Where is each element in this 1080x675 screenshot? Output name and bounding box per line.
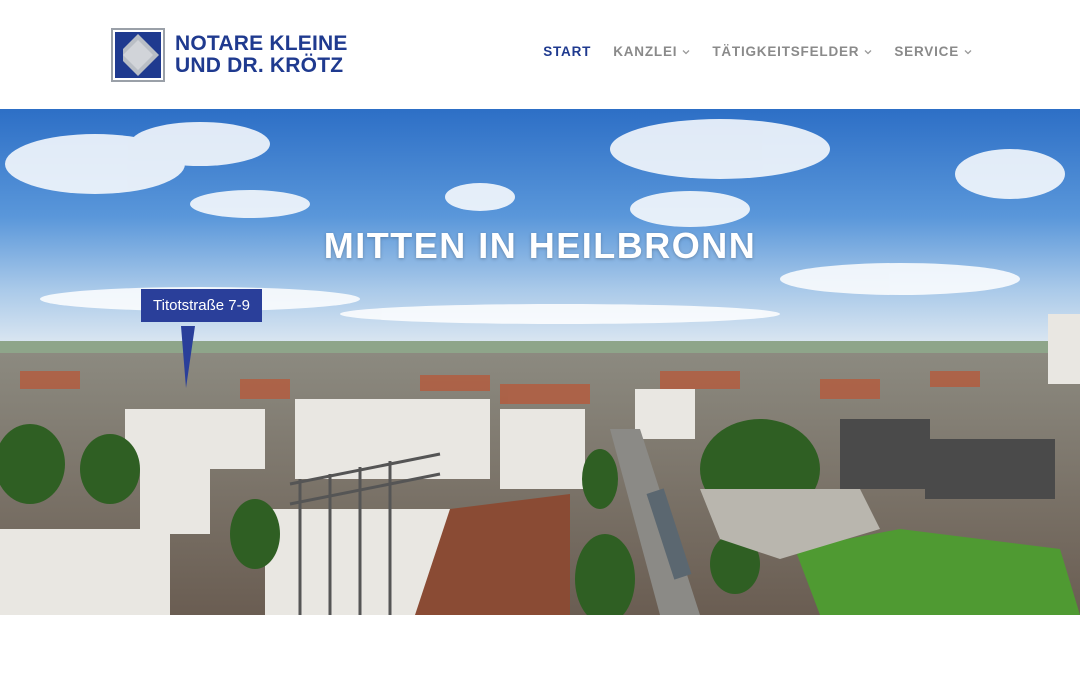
brand-name-line1: NOTARE KLEINE [175, 32, 348, 55]
nav-item-taetigkeitsfelder[interactable]: TÄTIGKEITSFELDER [712, 44, 872, 59]
nav-item-service[interactable]: SERVICE [894, 44, 972, 59]
nav-item-label: TÄTIGKEITSFELDER [712, 44, 860, 59]
location-marker: Titotstraße 7-9 [141, 289, 262, 388]
location-label: Titotstraße 7-9 [141, 289, 262, 322]
page-content-area [0, 615, 1080, 675]
brand-name: NOTARE KLEINE UND DR. KRÖTZ [175, 33, 348, 77]
chevron-down-icon [864, 49, 872, 54]
chevron-down-icon [682, 49, 690, 54]
nav-item-label: KANZLEI [613, 44, 678, 59]
hero-title: MITTEN IN HEILBRONN [323, 225, 757, 266]
nav-item-label: SERVICE [894, 44, 959, 59]
chevron-down-icon [964, 49, 972, 54]
hero-banner: MITTEN IN HEILBRONN Titotstraße 7-9 [0, 109, 1080, 615]
location-pointer-icon [181, 326, 195, 388]
nav-item-label: START [543, 44, 592, 59]
logo-emblem-icon [111, 28, 165, 82]
site-header: NOTARE KLEINE UND DR. KRÖTZ START KANZLE… [0, 0, 1080, 109]
brand-logo[interactable]: NOTARE KLEINE UND DR. KRÖTZ [111, 28, 348, 82]
heilbronn-aerial-photo [0, 109, 1080, 615]
nav-item-start[interactable]: START [543, 44, 591, 59]
brand-name-line2: UND DR. KRÖTZ [175, 54, 344, 77]
nav-item-kanzlei[interactable]: KANZLEI [613, 44, 690, 59]
main-navigation: START KANZLEI TÄTIGKEITSFELDER SERVICE [521, 44, 972, 59]
